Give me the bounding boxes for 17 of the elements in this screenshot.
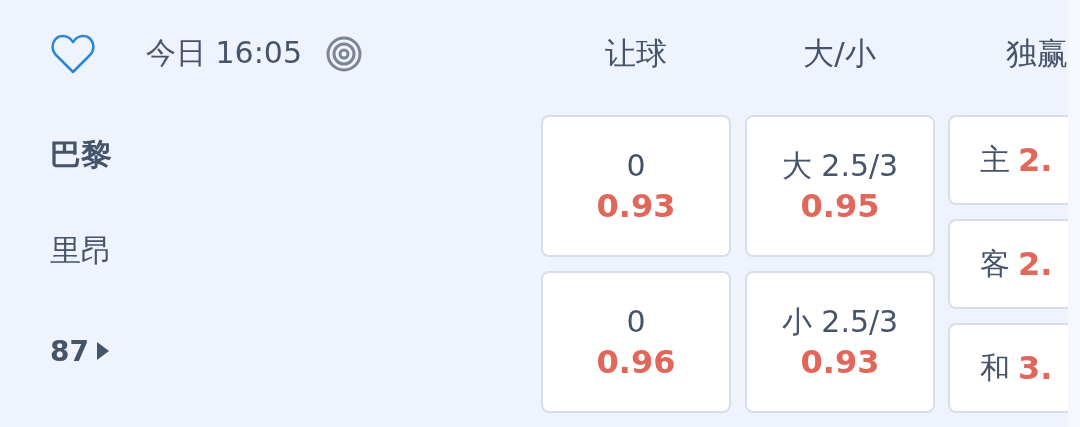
heart-icon[interactable] (50, 32, 96, 75)
odds-button[interactable]: 客 2. (948, 219, 1068, 309)
more-markets-link[interactable]: 87 (50, 299, 541, 403)
odds-button[interactable]: 主 2. (948, 115, 1068, 205)
play-icon (96, 342, 109, 360)
target-icon (326, 35, 362, 72)
odds-button[interactable]: 小 2.5/3 0.93 (745, 271, 935, 413)
team-name: 巴黎 (50, 135, 112, 174)
odds-button[interactable]: 大 2.5/3 0.95 (745, 115, 935, 257)
column-header: 独赢 (1005, 33, 1068, 73)
team-name: 里昂 (50, 231, 112, 270)
odds-button[interactable]: 0 0.96 (541, 271, 731, 413)
odds-button[interactable]: 0 0.93 (541, 115, 731, 257)
column-header: 大/小 (802, 33, 877, 73)
match-time: 今日 16:05 (146, 34, 302, 72)
odds-button[interactable]: 和 3. (948, 323, 1068, 413)
column-header: 让球 (604, 33, 668, 73)
